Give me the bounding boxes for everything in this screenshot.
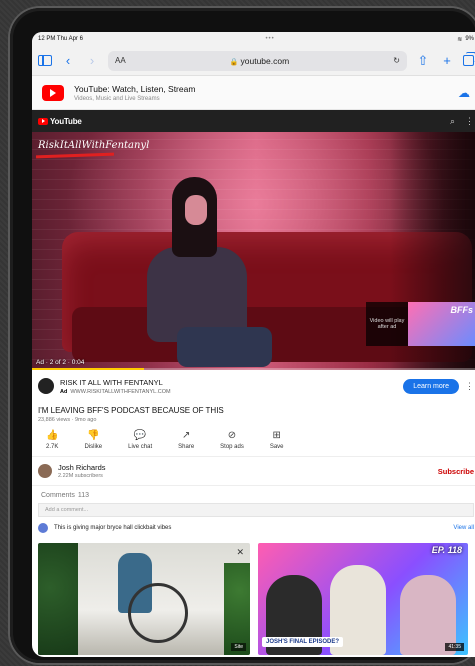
action-label: Dislike — [84, 444, 103, 450]
banner-subtitle: Videos, Music and Live Streams — [74, 95, 160, 102]
back-icon[interactable]: ‹ — [60, 54, 76, 67]
ad-more-icon[interactable]: ⋮ — [465, 381, 474, 392]
youtube-logo[interactable]: YouTube — [38, 117, 82, 126]
top-comment[interactable]: This is giving major bryce hall clickbai… — [32, 517, 475, 539]
close-icon[interactable]: ✕ — [236, 547, 244, 558]
ad-info-row: RISK IT ALL WITH FENTANYL Ad WWW.RISKITAL… — [32, 370, 475, 402]
action-button[interactable]: 👍 2.7K — [46, 430, 59, 451]
tablet-screen: 12 PM Thu Apr 6 ••• ≋ 9% ‹ › AA 🔒 youtube… — [32, 32, 475, 657]
share-icon[interactable]: ⇧ — [415, 54, 431, 67]
forward-icon[interactable]: › — [84, 54, 100, 67]
related-videos: ✕ Site EP. 118 JOSH'S FINAL EPISODE? 41:… — [32, 539, 475, 657]
video-title[interactable]: I'M LEAVING BFF'S PODCAST BECAUSE OF THI… — [32, 402, 475, 415]
ad-title[interactable]: RISK IT ALL WITH FENTANYL — [60, 378, 397, 387]
ad-text: RISK IT ALL WITH FENTANYL Ad WWW.RISKITAL… — [60, 378, 397, 395]
ad-progress-fill — [32, 368, 144, 370]
action-button[interactable]: ↗ Share — [178, 430, 195, 451]
ad-progress-bar — [32, 368, 475, 370]
video-meta: 23,886 views · 9mo ago — [38, 417, 97, 423]
chat-icon: 💬 — [133, 430, 147, 441]
status-right: ≋ 9% — [457, 36, 474, 43]
subscribe-button[interactable]: Subscribe — [438, 467, 474, 476]
commenter-avatar — [38, 523, 48, 533]
channel-name[interactable]: Josh Richards — [58, 463, 106, 472]
next-video-preview[interactable]: Video will play after ad — [366, 302, 475, 346]
comments-header[interactable]: Comments 113 — [32, 486, 475, 503]
download-cloud-icon[interactable]: ☁ — [458, 86, 470, 100]
new-tab-icon[interactable]: + — [439, 54, 455, 67]
header-actions: ⌕ ⋮ — [450, 116, 474, 127]
ad-subline: Ad WWW.RISKITALLWITHFENTANYL.COM — [60, 388, 397, 395]
tablet-frame: 12 PM Thu Apr 6 ••• ≋ 9% ‹ › AA 🔒 youtube… — [10, 8, 475, 663]
more-menu-icon[interactable]: ⋮ — [465, 116, 474, 127]
advertiser-avatar — [38, 378, 54, 394]
smart-app-banner[interactable]: YouTube: Watch, Listen, Stream Videos, M… — [32, 76, 475, 110]
comments-count: 113 — [77, 492, 90, 499]
banner-text: YouTube: Watch, Listen, Stream Videos, M… — [74, 84, 448, 102]
action-button[interactable]: ⊘ Stop ads — [220, 430, 244, 451]
video-actions: 👍 2.7K 👎 Dislike 💬 Live chat ↗ Share ⊘ Stop ads ⊞ S… — [32, 425, 475, 457]
address-bar[interactable]: AA 🔒 youtube.com ↻ — [108, 50, 407, 71]
channel-subscribers: 2.22M subscribers — [58, 473, 103, 479]
learn-more-button[interactable]: Learn more — [403, 378, 459, 394]
comments-label: Comments — [41, 492, 75, 499]
related-video-thumbnail[interactable]: ✕ Site — [38, 543, 250, 655]
wifi-icon: ≋ — [457, 36, 463, 43]
video-frame-person — [132, 177, 272, 367]
lock-icon: 🔒 — [229, 58, 239, 66]
channel-text: Josh Richards 2.22M subscribers — [58, 463, 106, 479]
ad-badge: Ad — [60, 388, 68, 395]
action-label: Live chat — [128, 444, 153, 450]
reload-icon[interactable]: ↻ — [393, 56, 400, 65]
action-button[interactable]: ⊞ Save — [269, 430, 284, 451]
thumbs-up-icon: 👍 — [46, 430, 59, 441]
video-brand-overlay: RiskItAllWithFentanyl — [38, 140, 150, 151]
sidebar-icon[interactable] — [38, 55, 52, 66]
ad-counter: Ad · 2 of 2 · 0:04 — [36, 359, 85, 366]
search-icon[interactable]: ⌕ — [450, 116, 455, 127]
safari-toolbar: ‹ › AA 🔒 youtube.com ↻ ⇧ + — [32, 46, 475, 76]
top-comment-text: This is giving major bryce hall clickbai… — [54, 525, 172, 531]
battery-label: 9% — [465, 36, 474, 42]
next-video-thumbnail — [408, 302, 475, 346]
youtube-logo-icon — [38, 117, 48, 125]
action-button[interactable]: 👎 Dislike — [84, 430, 103, 451]
action-label: 2.7K — [46, 444, 59, 450]
multitask-dots[interactable]: ••• — [265, 36, 274, 42]
video-duration: 41:35 — [445, 643, 464, 651]
share-icon: ↗ — [181, 430, 191, 441]
status-bar: 12 PM Thu Apr 6 ••• ≋ 9% — [32, 32, 475, 46]
youtube-logo-text: YouTube — [50, 116, 82, 126]
ad-domain: WWW.RISKITALLWITHFENTANYL.COM — [70, 388, 171, 395]
site-badge[interactable]: Site — [231, 643, 246, 651]
view-all-comments-link[interactable]: View all — [453, 525, 474, 531]
save-icon: ⊞ — [272, 430, 281, 441]
action-label: Save — [269, 444, 284, 450]
related-video-thumbnail[interactable]: EP. 118 JOSH'S FINAL EPISODE? 41:35 — [258, 543, 468, 655]
url-label: youtube.com — [240, 55, 290, 66]
url-text: 🔒 youtube.com — [230, 56, 289, 66]
youtube-header: YouTube ⌕ ⋮ — [32, 110, 475, 132]
stop-ads-icon: ⊘ — [227, 430, 237, 441]
status-time: 12 PM Thu Apr 6 — [38, 36, 83, 42]
thumbnail-caption: JOSH'S FINAL EPISODE? — [262, 637, 343, 647]
action-button[interactable]: 💬 Live chat — [128, 430, 153, 451]
thumbs-down-icon: 👎 — [87, 430, 100, 441]
video-player[interactable]: RiskItAllWithFentanyl Video will play af… — [32, 132, 475, 370]
channel-avatar[interactable] — [38, 464, 52, 478]
banner-title: YouTube: Watch, Listen, Stream — [74, 83, 196, 94]
channel-row[interactable]: Josh Richards 2.22M subscribers Subscrib… — [32, 457, 475, 486]
action-label: Stop ads — [220, 444, 244, 450]
ad-overlay-message: Video will play after ad — [366, 302, 408, 346]
comment-input[interactable]: Add a comment... — [38, 503, 474, 517]
youtube-app-icon — [42, 84, 64, 101]
action-label: Share — [178, 444, 195, 450]
text-size-button[interactable]: AA — [115, 56, 126, 65]
tabs-overview-icon[interactable] — [463, 52, 475, 66]
episode-badge: EP. 118 — [431, 545, 462, 555]
